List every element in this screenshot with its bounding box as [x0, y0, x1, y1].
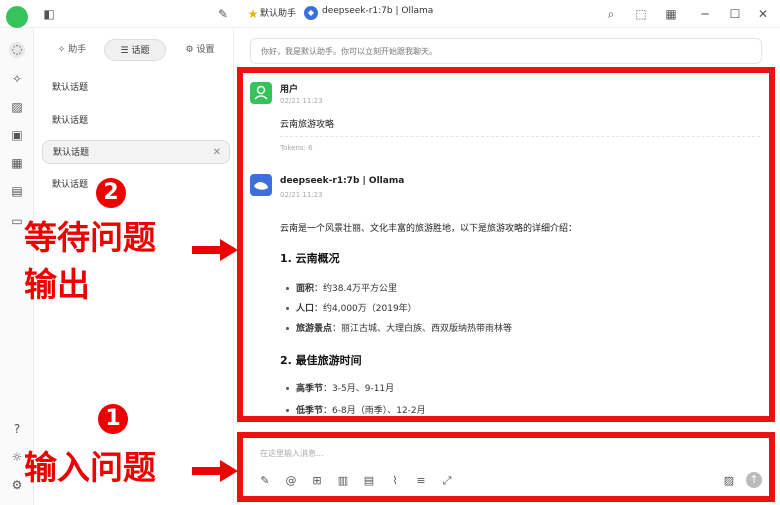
divider [280, 136, 760, 137]
expand-icon[interactable]: ⬚ [634, 7, 648, 21]
mention-icon[interactable]: @ [284, 474, 298, 488]
bullet [286, 307, 289, 310]
model-selector[interactable]: deepseek-r1:7b | Ollama [322, 6, 433, 16]
list-item: 人口：约4,000万（2019年） [296, 304, 417, 314]
apps-icon[interactable]: ▦ [10, 156, 24, 170]
message-composer: 在这里输入消息... ✎ @ ⊞ ▥ ▤ ⌇ ≡ ⤢ ▨ ↑ [242, 436, 772, 500]
user-icon [254, 85, 268, 100]
topic-item[interactable]: 默认话题 [42, 109, 230, 133]
help-icon[interactable]: ? [10, 422, 24, 436]
user-time: 02/21 11:23 [280, 97, 323, 105]
assistant-avatar [250, 174, 272, 196]
list-item: 面积：约38.4万平方公里 [296, 284, 398, 294]
user-avatar [250, 82, 272, 104]
assistant-time: 02/21 11:23 [280, 191, 323, 199]
tab-topics[interactable]: ☰ 话题 [104, 39, 166, 61]
grid-icon[interactable]: ▦ [664, 7, 678, 21]
bullet [286, 409, 289, 412]
section-heading: 1. 云南概况 [280, 252, 340, 265]
model-logo-icon: ◆ [304, 6, 318, 20]
app-window: ◧ ✎ ★ 默认助手 ◆ deepseek-r1:7b | Ollama ⌕ ⬚… [0, 0, 780, 505]
topic-item[interactable]: 默认话题 [42, 76, 230, 100]
title-bar: ◧ ✎ ★ 默认助手 ◆ deepseek-r1:7b | Ollama ⌕ ⬚… [0, 0, 780, 28]
message-input[interactable]: 在这里输入消息... [260, 448, 324, 459]
topic-item-active[interactable]: 默认话题 ✕ [42, 140, 230, 164]
whale-icon [254, 182, 268, 190]
sidebar-toggle-icon[interactable]: ◧ [42, 7, 56, 21]
image-icon[interactable]: ▨ [10, 100, 24, 114]
folder-icon[interactable]: ▭ [10, 214, 24, 228]
format-icon[interactable]: ≡ [414, 474, 428, 488]
star-icon: ★ [247, 7, 259, 21]
step-2-label-line2: 输出 [24, 265, 90, 304]
close-icon[interactable]: ✕ [756, 7, 770, 21]
step-1-label: 输入问题 [24, 448, 156, 487]
step-2-label-line1: 等待问题 [24, 218, 156, 257]
avatar[interactable] [6, 6, 28, 28]
maximize-icon[interactable]: ☐ [728, 7, 742, 21]
tab-assistant[interactable]: ✧ 助手 [44, 39, 100, 61]
list-item: 低季节：6-8月（雨季）、12-2月 [296, 406, 426, 416]
search-icon[interactable]: ⌕ [604, 7, 618, 21]
send-icon[interactable]: ↑ [746, 472, 762, 488]
bullet [286, 327, 289, 330]
user-name: 用户 [280, 85, 299, 95]
search-doc-icon[interactable]: ▤ [362, 474, 376, 488]
sparkle-icon[interactable]: ✧ [10, 72, 24, 86]
assistant-name-label: deepseek-r1:7b | Ollama [280, 176, 405, 186]
robot-icon[interactable]: ⊞ [310, 474, 324, 488]
sidebar-tabs: ✧ 助手 ☰ 话题 ⚙ 设置 [44, 36, 229, 62]
arrow-right-icon [192, 460, 238, 482]
stats-icon[interactable]: ▥ [336, 474, 350, 488]
settings-icon[interactable]: ⚙ [10, 478, 24, 492]
user-message: 云南旅游攻略 [280, 120, 335, 130]
step-1-badge: 1 [98, 404, 128, 434]
attachment-icon[interactable]: ⌇ [388, 474, 402, 488]
minimize-icon[interactable]: ─ [698, 7, 712, 21]
assistant-name[interactable]: 默认助手 [260, 6, 296, 19]
image-edit-icon[interactable]: ▣ [10, 128, 24, 142]
list-item: 旅游景点：丽江古城、大理白族、西双版纳热带雨林等 [296, 324, 513, 334]
theme-icon[interactable]: ☼ [10, 450, 24, 464]
arrow-right-icon [192, 239, 238, 261]
token-count: Tokens: 6 [280, 144, 313, 152]
assistant-intro: 云南是一个风景壮丽、文化丰富的旅游胜地，以下是旅游攻略的详细介绍： [280, 224, 578, 234]
list-item: 高季节：3-5月、9-11月 [296, 384, 395, 394]
fullscreen-icon[interactable]: ⤢ [440, 474, 454, 488]
tab-settings[interactable]: ⚙ 设置 [172, 39, 228, 61]
section-heading: 2. 最佳旅游时间 [280, 354, 362, 367]
close-icon[interactable]: ✕ [213, 141, 221, 165]
new-chat-icon[interactable]: ✎ [216, 7, 230, 21]
step-2-badge: 2 [96, 178, 126, 208]
bullet [286, 387, 289, 390]
welcome-banner: 你好，我是默认助手。你可以立刻开始跟我聊天。 [250, 38, 762, 64]
topic-label: 默认话题 [53, 148, 90, 158]
topic-item[interactable]: 默认话题 [42, 173, 230, 197]
image-upload-icon[interactable]: ▨ [722, 474, 736, 488]
edit-icon[interactable]: ✎ [258, 474, 272, 488]
document-icon[interactable]: ▤ [10, 184, 24, 198]
bullet [286, 287, 289, 290]
chat-icon[interactable]: ◌ [9, 42, 25, 58]
